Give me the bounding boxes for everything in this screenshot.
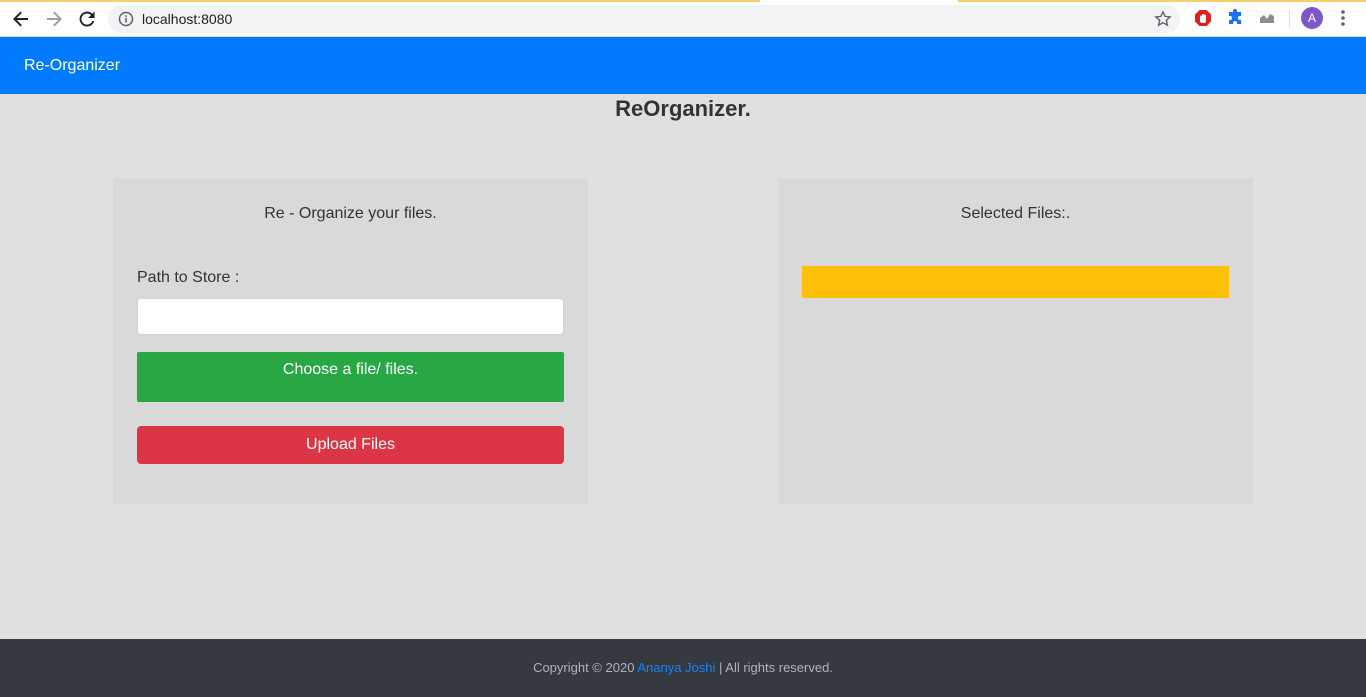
footer-rights: | All rights reserved. xyxy=(715,660,833,675)
loading-strip xyxy=(0,0,760,2)
menu-icon[interactable] xyxy=(1336,9,1350,27)
path-input[interactable] xyxy=(137,298,564,335)
upload-card-heading: Re - Organize your files. xyxy=(264,205,437,222)
footer-author-link[interactable]: Ananya Joshi xyxy=(637,660,715,675)
extensions-icon[interactable] xyxy=(1226,9,1244,27)
upload-card: Re - Organize your files. Path to Store … xyxy=(113,178,588,504)
adblock-icon[interactable] xyxy=(1194,9,1212,27)
selected-files-heading: Selected Files:. xyxy=(960,205,1071,222)
star-icon[interactable] xyxy=(1154,10,1172,28)
analytics-icon[interactable] xyxy=(1258,9,1276,27)
browser-toolbar: localhost:8080 A xyxy=(0,0,1366,37)
forward-icon[interactable] xyxy=(42,8,66,30)
reload-icon[interactable] xyxy=(75,8,99,30)
address-bar[interactable]: localhost:8080 xyxy=(108,5,1180,33)
back-icon[interactable] xyxy=(9,8,33,30)
selected-files-list xyxy=(802,266,1229,298)
toolbar-separator xyxy=(1289,10,1290,28)
path-label: Path to Store : xyxy=(137,269,240,286)
footer: Copyright © 2020 Ananya Joshi | All righ… xyxy=(0,639,1366,697)
navbar-brand[interactable]: Re-Organizer xyxy=(24,57,120,75)
upload-files-button[interactable]: Upload Files xyxy=(137,426,564,464)
avatar[interactable]: A xyxy=(1301,7,1323,29)
info-icon[interactable] xyxy=(118,11,134,27)
loading-strip-right xyxy=(958,0,1366,2)
url-text[interactable]: localhost:8080 xyxy=(142,11,232,27)
selected-files-card: Selected Files:. xyxy=(778,178,1253,504)
page-title: ReOrganizer. xyxy=(615,96,751,121)
choose-files-button[interactable]: Choose a file/ files. xyxy=(137,352,564,402)
footer-copyright: Copyright © 2020 xyxy=(533,660,638,675)
navbar: Re-Organizer xyxy=(0,37,1366,94)
